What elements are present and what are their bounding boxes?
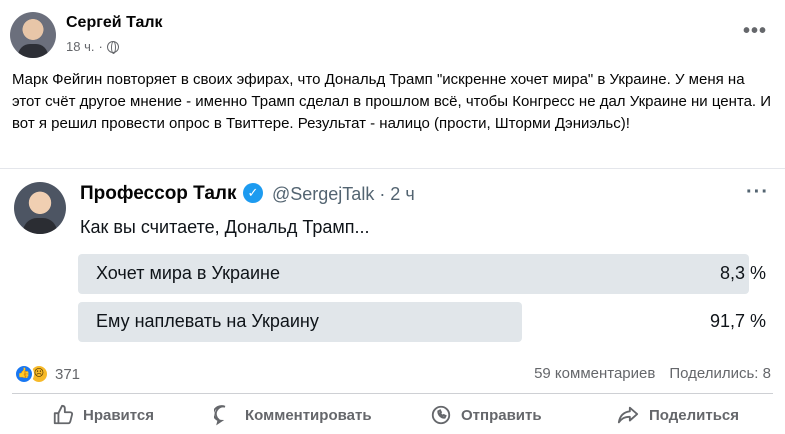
shares-count[interactable]: Поделились: 8	[669, 365, 771, 382]
tweet-question: Как вы считаете, Дональд Трамп...	[80, 217, 370, 237]
globe-icon	[106, 40, 119, 54]
share-icon	[617, 406, 639, 424]
poll-option-label: Хочет мира в Украине	[96, 263, 280, 283]
thumbs-up-icon	[53, 404, 74, 425]
post-meta: 18 ч. ·	[66, 39, 119, 54]
like-button[interactable]: Нравится	[52, 402, 154, 428]
comments-count[interactable]: 59 комментариев	[534, 365, 655, 382]
divider	[12, 393, 773, 394]
post-stats: 59 комментариев Поделились: 8	[534, 365, 771, 382]
post-header: Сергей Талк 18 ч. · •••	[10, 10, 775, 60]
send-label: Отправить	[461, 406, 542, 424]
comment-label: Комментировать	[245, 406, 372, 424]
post-time[interactable]: 18 ч.	[66, 39, 94, 54]
verified-badge-icon: ✓	[243, 183, 263, 203]
poll-option: Ему наплевать на Украину 91,7 %	[78, 302, 770, 342]
comment-button[interactable]: Комментировать	[214, 402, 372, 428]
share-button[interactable]: Поделиться	[616, 402, 739, 428]
tweet-avatar	[14, 182, 66, 234]
comment-icon	[214, 405, 226, 426]
more-horizontal-icon[interactable]: •••	[743, 20, 767, 43]
reactions-summary[interactable]: 👍 ☹ 371	[14, 364, 80, 384]
author-name[interactable]: Сергей Талк	[66, 14, 163, 32]
poll-option: Хочет мира в Украине 8,3 %	[78, 254, 770, 294]
tweet-card[interactable]: Профессор Талк ✓ @SergejTalk · 2 ч ··· К…	[0, 168, 785, 356]
like-label: Нравится	[83, 406, 155, 424]
reaction-count: 371	[55, 365, 81, 383]
poll-option-percent: 91,7 %	[709, 311, 766, 331]
tweet-handle: @SergejTalk · 2 ч	[272, 184, 415, 204]
share-label: Поделиться	[649, 406, 740, 424]
author-avatar[interactable]	[10, 12, 56, 58]
poll-option-label: Ему наплевать на Украину	[96, 311, 319, 331]
whatsapp-icon	[431, 405, 451, 425]
post-text: Марк Фейгин повторяет в своих эфирах, чт…	[12, 71, 772, 132]
send-button[interactable]: Отправить	[430, 402, 542, 428]
poll-option-percent: 8,3 %	[719, 263, 766, 283]
tweet-author-name: Профессор Талк	[80, 183, 237, 204]
tweet-more-icon: ···	[746, 181, 769, 203]
like-icon: 👍	[14, 364, 34, 384]
